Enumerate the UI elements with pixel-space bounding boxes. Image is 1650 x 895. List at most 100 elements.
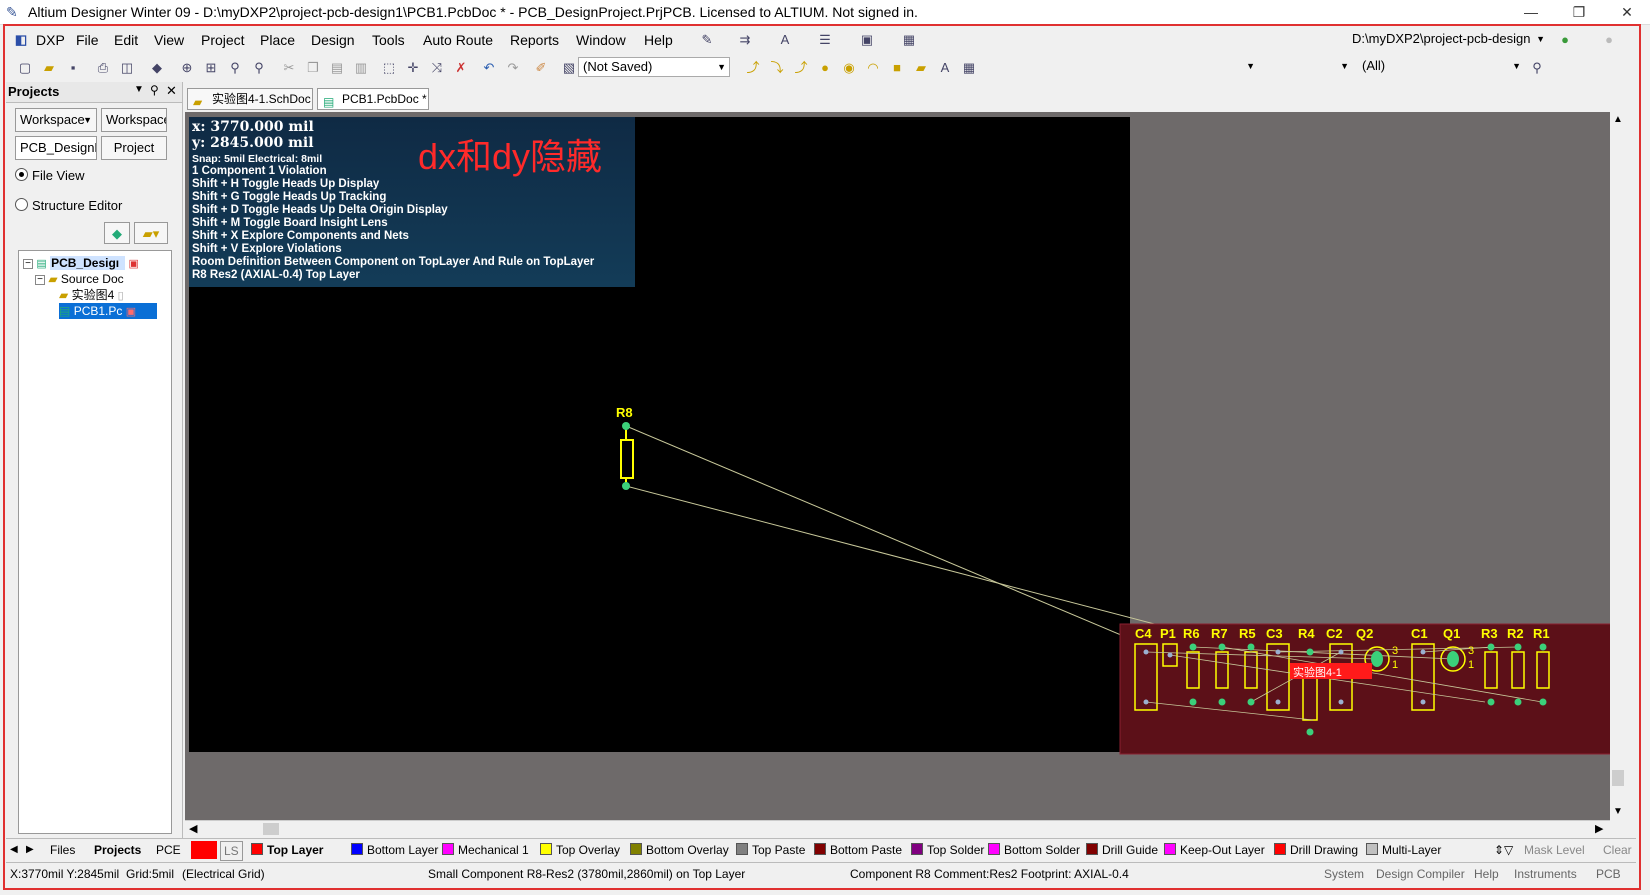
layer-tab-top-solder[interactable]: Top Solder xyxy=(911,841,984,859)
zoom-selected-icon[interactable]: ⚲ xyxy=(226,59,244,77)
status-system-button[interactable]: System xyxy=(1324,867,1364,881)
horizontal-scrollbar[interactable]: ◀ ▶ xyxy=(185,820,1610,838)
panel-tab-projects[interactable]: Projects xyxy=(94,841,141,859)
scroll-down-icon[interactable]: ▼ xyxy=(1613,806,1623,817)
layer-tab-bottom-solder[interactable]: Bottom Solder xyxy=(988,841,1080,859)
layer-tab-top-layer[interactable]: Top Layer xyxy=(251,841,323,859)
scroll-thumb[interactable] xyxy=(1612,770,1624,786)
menu-reports[interactable]: Reports xyxy=(510,32,559,48)
menu-design[interactable]: Design xyxy=(311,32,355,48)
layer-tab-top-paste[interactable]: Top Paste xyxy=(736,841,805,859)
zoom-fit-icon[interactable]: ⊕ xyxy=(178,59,196,77)
zoom-filter-icon[interactable]: ⚲ xyxy=(250,59,268,77)
print-icon[interactable]: ⎙ xyxy=(94,59,112,77)
move-icon[interactable]: ✛ xyxy=(404,59,422,77)
place-polygon-icon[interactable]: ▰ xyxy=(912,59,930,77)
select-area-icon[interactable]: ⬚ xyxy=(380,59,398,77)
grid-icon[interactable]: ▦ xyxy=(900,31,918,49)
panel-close-icon[interactable]: ✕ xyxy=(166,83,177,99)
open-icon[interactable]: ▰ xyxy=(40,59,58,77)
status-instruments-button[interactable]: Instruments xyxy=(1514,867,1577,881)
layer-tab-drill-guide[interactable]: Drill Guide xyxy=(1086,841,1158,859)
workspace-button[interactable]: Workspace xyxy=(101,108,167,132)
path-combo[interactable]: D:\myDXP2\project-pcb-design ▼ xyxy=(1348,30,1548,50)
menu-tools[interactable]: Tools xyxy=(372,32,405,48)
layer-tab-keep-out-layer[interactable]: Keep-Out Layer xyxy=(1164,841,1265,859)
layers-icon[interactable]: ◆ xyxy=(148,59,166,77)
place-via-icon[interactable]: ◉ xyxy=(840,59,858,77)
layer-scroll-icon[interactable]: ⇕▽ xyxy=(1494,841,1513,859)
workspace-combo[interactable]: Workspace ▼ xyxy=(15,108,97,132)
layer-tab-top-overlay[interactable]: Top Overlay xyxy=(540,841,620,859)
cut-icon[interactable]: ✂ xyxy=(280,59,298,77)
text-tool-icon[interactable]: A xyxy=(776,31,794,49)
variant-combo[interactable]: (Not Saved) ▼ xyxy=(578,57,730,77)
tree-pcbdoc-row[interactable]: ▤ PCB1.Pc ▣ xyxy=(59,303,157,319)
diff-pair-icon[interactable]: ⤴ xyxy=(792,59,810,77)
close-button[interactable]: ✕ xyxy=(1604,0,1650,24)
menu-edit[interactable]: Edit xyxy=(114,32,138,48)
menu-file[interactable]: File xyxy=(76,32,99,48)
vertical-scrollbar[interactable]: ▲ ▼ xyxy=(1610,112,1627,820)
panel-tab-next-icon[interactable]: ▶ xyxy=(26,841,34,859)
tree-project-row[interactable]: − ▤ PCB_Desigı ▣ xyxy=(23,255,168,271)
mask-level-button[interactable]: Mask Level xyxy=(1524,841,1585,859)
menu-help[interactable]: Help xyxy=(644,32,673,48)
save-icon[interactable]: ▪ xyxy=(64,59,82,77)
layer-tab-mechanical-1[interactable]: Mechanical 1 xyxy=(442,841,529,859)
undo-icon[interactable]: ↶ xyxy=(480,59,498,77)
menu-project[interactable]: Project xyxy=(201,32,245,48)
paste-icon[interactable]: ▤ xyxy=(328,59,346,77)
back-icon[interactable]: ● xyxy=(1556,31,1574,49)
place-arc-icon[interactable]: ◠ xyxy=(864,59,882,77)
collapse-icon[interactable]: − xyxy=(23,259,33,269)
distribute-icon[interactable]: ☰ xyxy=(816,31,834,49)
panel-tab-files[interactable]: Files xyxy=(50,841,75,859)
layer-tab-bottom-layer[interactable]: Bottom Layer xyxy=(351,841,438,859)
menu-place[interactable]: Place xyxy=(260,32,295,48)
filter-combo-2[interactable]: ▼ xyxy=(1262,57,1352,77)
status-pcb-button[interactable]: PCB xyxy=(1596,867,1621,881)
new-icon[interactable]: ▢ xyxy=(16,59,34,77)
menu-view[interactable]: View xyxy=(154,32,184,48)
panel-tab-pce[interactable]: PCE xyxy=(156,841,181,859)
project-options-button[interactable]: ◆ xyxy=(104,222,130,244)
rubber-stamp-icon[interactable]: ▥ xyxy=(352,59,370,77)
project-combo[interactable]: PCB_DesignPr xyxy=(15,136,97,160)
menu-dxp[interactable]: DXP xyxy=(36,32,65,48)
structure-editor-radio[interactable]: Structure Editor xyxy=(15,198,122,213)
forward-icon[interactable]: ● xyxy=(1600,31,1618,49)
clear-filter-icon[interactable]: ✗ xyxy=(452,59,470,77)
status-help-button[interactable]: Help xyxy=(1474,867,1499,881)
layer-tab-bottom-overlay[interactable]: Bottom Overlay xyxy=(630,841,729,859)
r8-body[interactable] xyxy=(620,439,634,479)
browse-components-icon[interactable]: ▧ xyxy=(560,59,578,77)
place-array-icon[interactable]: ▦ xyxy=(960,59,978,77)
filter-combo-1[interactable]: ▼ xyxy=(1168,57,1258,77)
layer-tab-drill-drawing[interactable]: Drill Drawing xyxy=(1274,841,1358,859)
zoom-area-icon[interactable]: ⊞ xyxy=(202,59,220,77)
place-fill-icon[interactable]: ■ xyxy=(888,59,906,77)
place-track-icon[interactable]: ⤴ xyxy=(744,59,762,77)
r8-pad-1[interactable] xyxy=(622,422,630,430)
print-preview-icon[interactable]: ◫ xyxy=(118,59,136,77)
scroll-left-icon[interactable]: ◀ xyxy=(189,822,197,835)
room-icon[interactable]: ▣ xyxy=(858,31,876,49)
minimize-button[interactable]: — xyxy=(1508,0,1554,24)
open-project-button[interactable]: ▰▾ xyxy=(134,222,168,244)
align-icon[interactable]: ⇉ xyxy=(736,31,754,49)
menu-window[interactable]: Window xyxy=(576,32,626,48)
deselect-icon[interactable]: ⤨ xyxy=(428,59,446,77)
panel-menu-icon[interactable]: ▼ xyxy=(134,84,144,95)
place-pad-icon[interactable]: ● xyxy=(816,59,834,77)
status-design-compiler-button[interactable]: Design Compiler xyxy=(1376,867,1465,881)
scroll-thumb[interactable] xyxy=(263,823,279,835)
interactive-route-icon[interactable]: ✎ xyxy=(698,31,716,49)
layer-tab-bottom-paste[interactable]: Bottom Paste xyxy=(814,841,902,859)
tab-schdoc[interactable]: ▰ 实验图4-1.SchDoc xyxy=(187,88,313,110)
tree-source-row[interactable]: − ▰ Source Doc xyxy=(35,271,124,287)
redo-icon[interactable]: ↷ xyxy=(504,59,522,77)
layer-tab-multi-layer[interactable]: Multi-Layer xyxy=(1366,841,1441,859)
room-region[interactable] xyxy=(1119,623,1623,755)
collapse-icon[interactable]: − xyxy=(35,275,45,285)
